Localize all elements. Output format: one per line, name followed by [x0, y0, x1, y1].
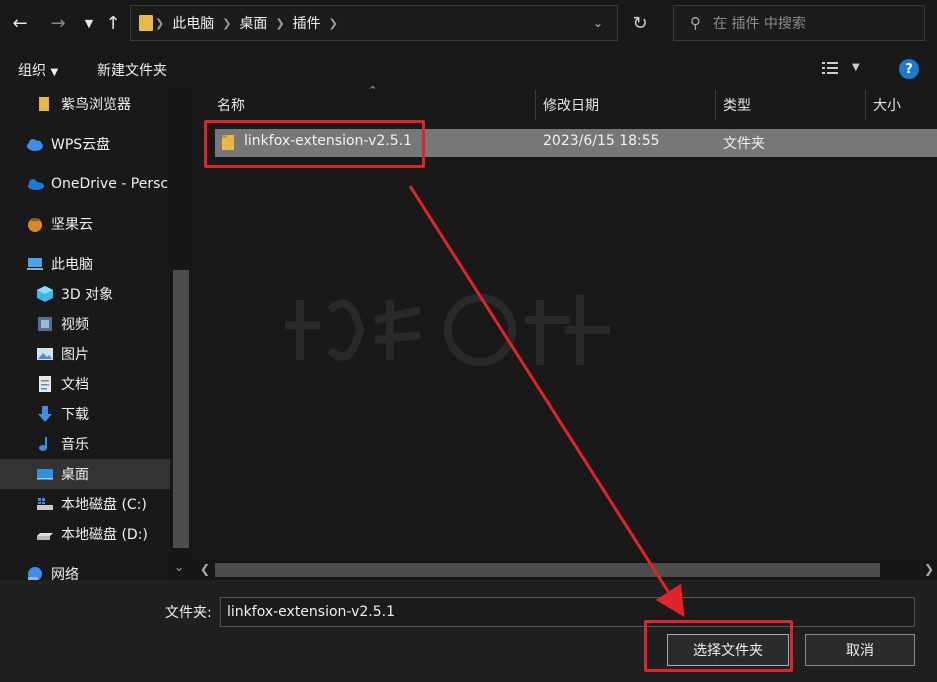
annotation-arrow: [408, 185, 685, 618]
